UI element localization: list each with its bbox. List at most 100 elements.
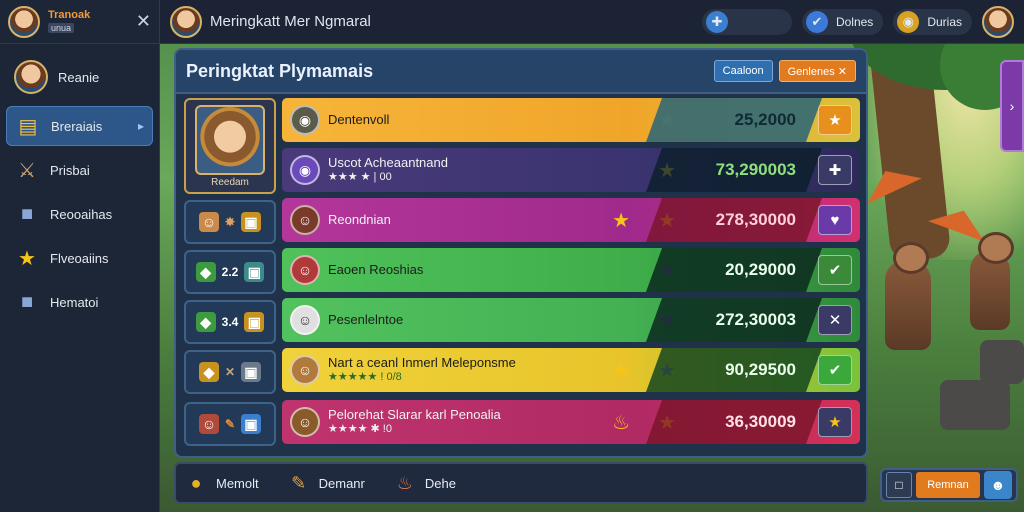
- row-info: Nart a ceanl Inmerl Meleponsme ★★★★★ ! 0…: [328, 356, 516, 384]
- star-icon: ★: [612, 359, 630, 382]
- side-slot-a: ✕: [224, 365, 236, 379]
- sidebar-item-1[interactable]: ⚔ Prisbai: [6, 150, 153, 190]
- pill-label: Durias: [927, 14, 962, 29]
- row-action-button[interactable]: ✕: [818, 305, 852, 335]
- avatar[interactable]: [170, 5, 202, 38]
- side-slot[interactable]: ☺ ✸ ▣: [184, 200, 276, 244]
- player-score: 36,30009: [725, 412, 796, 431]
- sidebar-item-0[interactable]: ▤ Breraiais: [6, 106, 153, 146]
- bottom-item-memolt[interactable]: ● Memolt: [184, 471, 259, 495]
- sword-icon: ✎: [291, 472, 307, 493]
- brand: Tranoak unua: [48, 8, 91, 34]
- row-action-button[interactable]: ✔: [818, 355, 852, 385]
- player-name: Nart a ceanl Inmerl Meleponsme: [328, 355, 516, 370]
- page-title: Meringkatt Mer Ngmaral: [210, 13, 371, 30]
- side-slot[interactable]: ☺ ✎ ▣: [184, 402, 276, 446]
- row-info: Eaoen Reoshias: [328, 263, 423, 277]
- hero-icon: ☺: [198, 212, 219, 232]
- row-info: Reondnian: [328, 213, 391, 227]
- sidebar-item-label: Flveoaiins: [50, 250, 109, 266]
- leaderboard-row[interactable]: ◉ Dentenvoll ★ 25,2000 ★: [282, 98, 860, 142]
- rock: [940, 380, 1010, 430]
- bottom-item-label: Demanr: [318, 475, 365, 491]
- player-name: Dentenvoll: [328, 112, 390, 127]
- sidebar-item-4[interactable]: ■ Hematoi: [6, 282, 153, 322]
- sidebar-item-label: Hematoi: [50, 294, 99, 310]
- chevron-right-icon[interactable]: ›: [1000, 60, 1024, 152]
- row-action-button[interactable]: ✔: [818, 255, 852, 285]
- dolnes-button[interactable]: ✔ Dolnes: [801, 8, 884, 35]
- leaderboard-row[interactable]: ☺ Nart a ceanl Inmerl Meleponsme ★★★★★ !…: [282, 348, 860, 392]
- side-slot[interactable]: ◆ 2.2 ▣: [184, 250, 276, 294]
- warrior-character: [885, 242, 931, 350]
- row-action-button[interactable]: ★: [818, 407, 852, 437]
- avatar[interactable]: [8, 5, 40, 38]
- sidebar-item-2[interactable]: ■ Reooaihas: [6, 194, 153, 234]
- player-name: Reondnian: [328, 212, 391, 227]
- row-info: Dentenvoll: [328, 113, 389, 127]
- player-score: 90,29500: [725, 360, 796, 379]
- gem-icon: ◆: [195, 312, 216, 332]
- bottom-right-controls: □ Remnan ☻: [880, 468, 1018, 502]
- pill-label: Dolnes: [835, 14, 874, 29]
- player-score: 20,29000: [725, 260, 796, 279]
- add-button[interactable]: ✚: [701, 8, 792, 35]
- avatar[interactable]: [982, 5, 1014, 38]
- side-slot-a: 3.4: [221, 315, 239, 329]
- gem-icon: ◆: [195, 262, 216, 282]
- row-info: Pesenlelntoe: [328, 313, 403, 327]
- leaderboard-row[interactable]: ☺ Reondnian ★ ★ 278,30000 ♥: [282, 198, 860, 242]
- leaderboard-row[interactable]: ☺ Pesenlelntoe ★ 272,30003 ✕: [282, 298, 860, 342]
- sidebar-item-label: Prisbai: [50, 162, 90, 178]
- sidebar-user[interactable]: Reanie: [6, 52, 153, 102]
- player-score: 73,290003: [715, 160, 796, 179]
- bottom-item-dehe[interactable]: ♨ Dehe: [393, 471, 456, 495]
- leaderboard-row[interactable]: ☺ Pelorehat Slarar karl Penoalia ★★★★ ✱ …: [282, 400, 860, 444]
- player-stars: ★★★★ ✱ !0: [328, 423, 392, 435]
- side-slot[interactable]: ◆ ✕ ▣: [184, 350, 276, 394]
- avatar: [14, 60, 48, 94]
- row-action-button[interactable]: ★: [818, 105, 852, 135]
- genlenes-button[interactable]: Genlenes ✕: [778, 60, 856, 82]
- leaderboard-row[interactable]: ◉ Uscot Acheaantnand ★★★ ★ | 00 ★ 73,290…: [282, 148, 860, 192]
- chat-icon[interactable]: ☻: [984, 471, 1012, 499]
- cube-icon: ■: [20, 290, 34, 313]
- row-action-button[interactable]: ✚: [818, 155, 852, 185]
- player-score: 272,30003: [715, 310, 796, 329]
- bottom-item-label: Memolt: [216, 475, 259, 491]
- close-icon[interactable]: ✕: [136, 11, 151, 32]
- sidebar-item-3[interactable]: ★ Flveoaiins: [6, 238, 153, 278]
- sidebar-item-label: Breraiais: [51, 118, 103, 134]
- side-slot[interactable]: ◆ 3.4 ▣: [184, 300, 276, 344]
- player-score: 278,30000: [715, 210, 796, 229]
- row-action-button[interactable]: ♥: [818, 205, 852, 235]
- coin-icon: ◉: [897, 10, 920, 33]
- cube-icon: ■: [20, 202, 34, 225]
- hero-icon: ☺: [198, 414, 219, 434]
- durias-button[interactable]: ◉ Durias: [893, 8, 972, 35]
- pot-icon: ♨: [612, 411, 630, 434]
- caaloon-button[interactable]: Caaloon: [713, 60, 773, 82]
- rank-badge-icon: ◉: [290, 105, 320, 135]
- sidebar-item-label: Reooaihas: [50, 206, 113, 222]
- leaderboard-row[interactable]: ☺ Eaoen Reoshias ★ 20,29000 ✔: [282, 248, 860, 292]
- chest-icon: ▣: [244, 312, 265, 332]
- player-score: 25,2000: [734, 110, 796, 129]
- scroll-icon: ▤: [18, 115, 38, 138]
- panel-title: Peringktat Plymamais: [186, 60, 374, 81]
- bottom-item-demanr[interactable]: ✎ Demanr: [287, 471, 365, 495]
- remnan-button[interactable]: Remnan: [916, 472, 980, 498]
- brand-title: Tranoak: [48, 8, 91, 21]
- side-slot-a: ✸: [224, 215, 236, 229]
- row-info: Pelorehat Slarar karl Penoalia ★★★★ ✱ !0: [328, 408, 501, 436]
- player-stars: ★★★ ★ | 00: [328, 171, 392, 183]
- square-icon[interactable]: □: [886, 472, 912, 498]
- top-player-card[interactable]: Reedam: [184, 98, 276, 194]
- panel-header-buttons: Caaloon Genlenes ✕: [713, 60, 856, 82]
- brand-subtitle: unua: [48, 22, 75, 33]
- coin-icon: ●: [190, 472, 202, 493]
- chest-icon: ▣: [241, 212, 262, 232]
- rock: [980, 340, 1024, 384]
- panel-header: Peringktat Plymamais Caaloon Genlenes ✕: [176, 50, 866, 94]
- player-name: Uscot Acheaantnand: [328, 155, 448, 170]
